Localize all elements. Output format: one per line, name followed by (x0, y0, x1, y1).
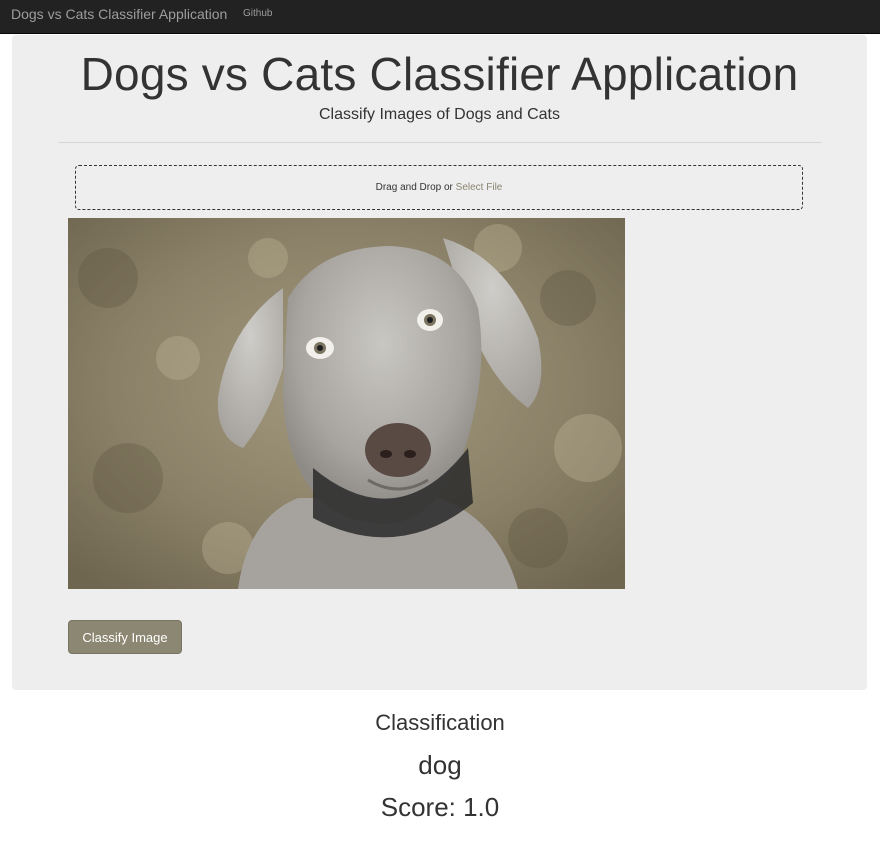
classification-label: dog (418, 750, 462, 780)
main-panel: Dogs vs Cats Classifier Application Clas… (12, 35, 867, 690)
image-preview (68, 218, 625, 589)
file-dropzone[interactable]: Drag and Drop or Select File (75, 165, 803, 210)
top-navbar: Dogs vs Cats Classifier Application Gith… (0, 0, 880, 34)
navbar-brand[interactable]: Dogs vs Cats Classifier Application (11, 6, 227, 22)
page-title: Dogs vs Cats Classifier Application (80, 48, 799, 100)
dog-photo-icon (68, 218, 625, 589)
classification-heading: Classification (375, 710, 505, 735)
divider (58, 142, 822, 143)
classify-image-button[interactable]: Classify Image (68, 620, 182, 654)
dropzone-prompt: Drag and Drop or (375, 182, 456, 193)
page-subtitle: Classify Images of Dogs and Cats (319, 106, 560, 123)
select-file-link[interactable]: Select File (456, 182, 503, 193)
classification-score: Score: 1.0 (380, 792, 500, 822)
github-link[interactable]: Github (243, 8, 272, 19)
